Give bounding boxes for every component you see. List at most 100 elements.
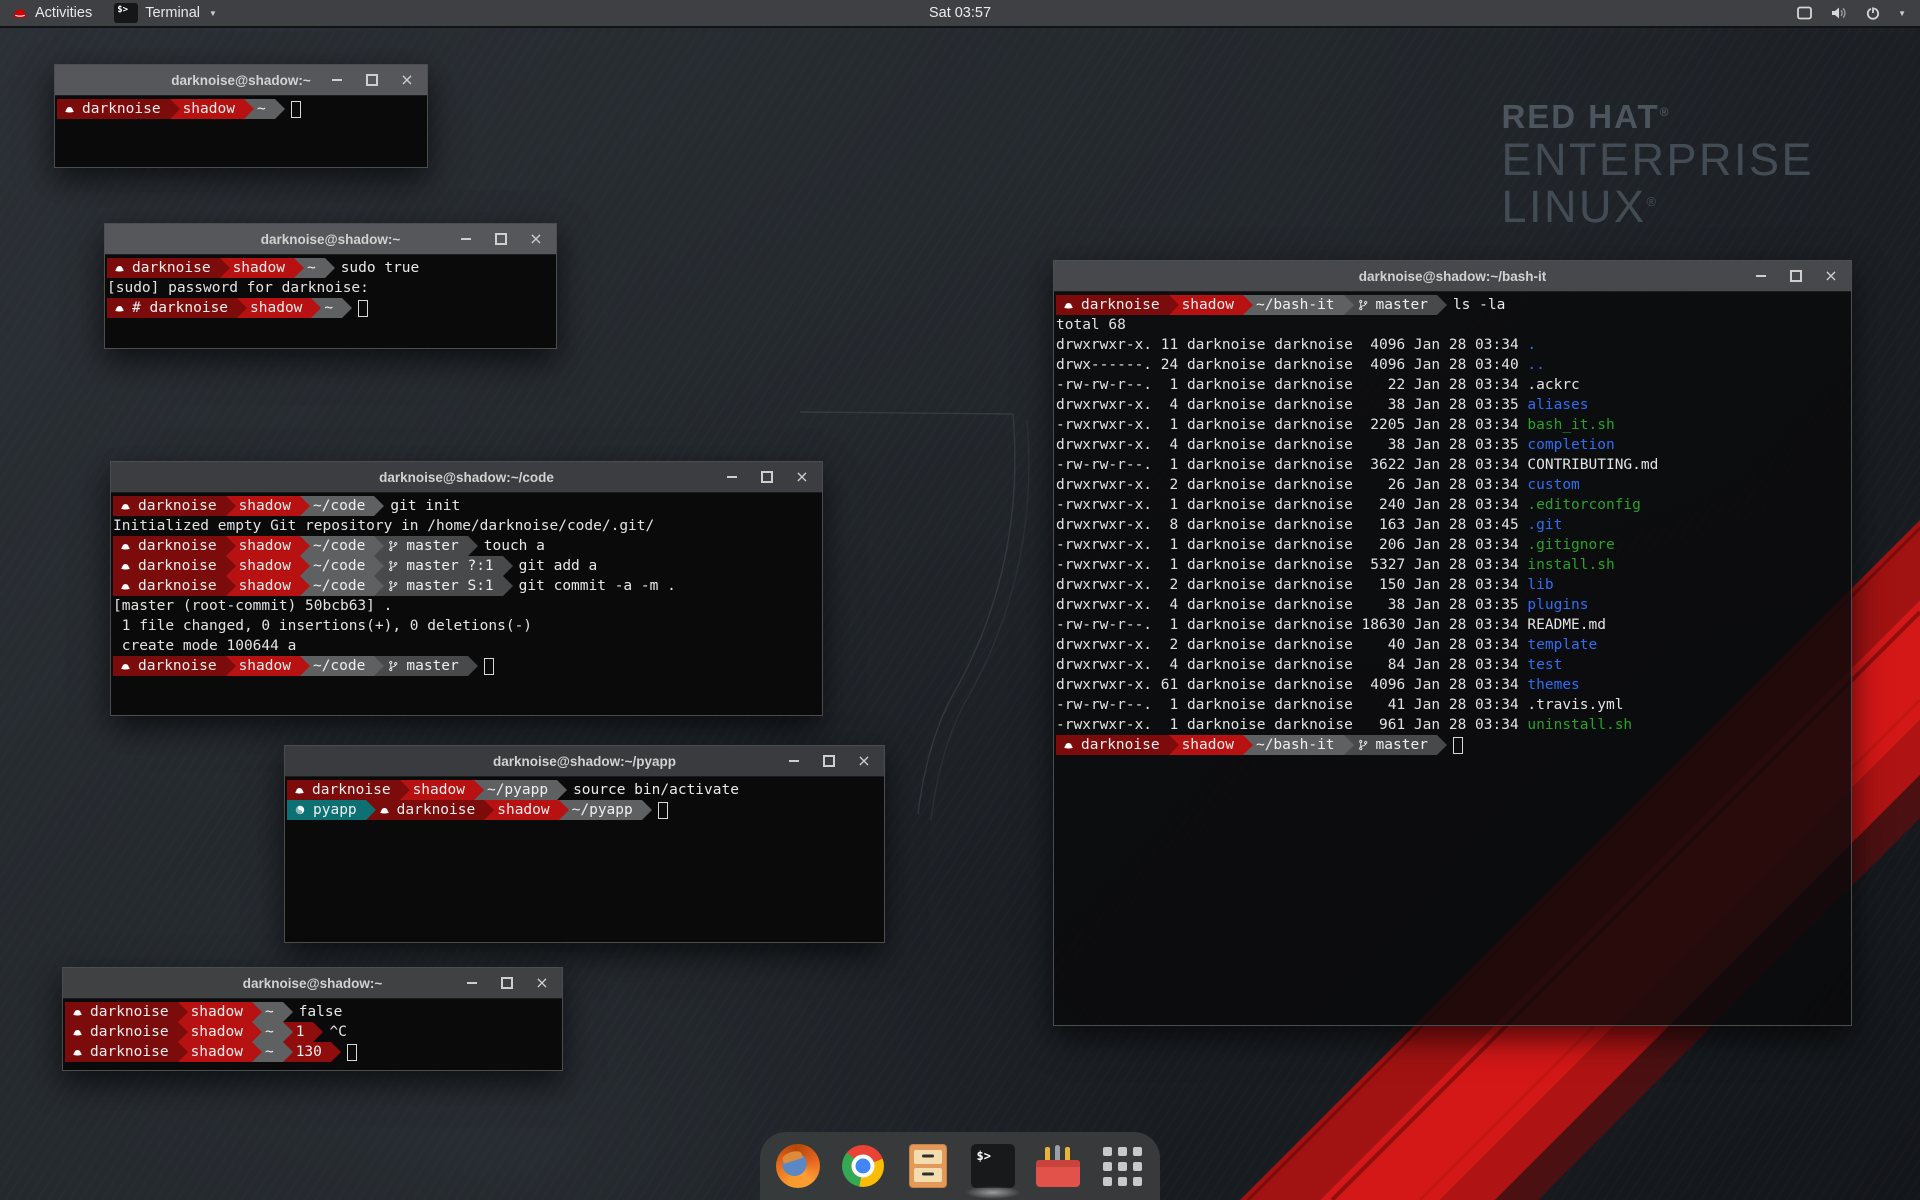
file-name: . [1527, 337, 1536, 353]
git-branch-icon [387, 540, 399, 552]
prompt-segment-user: darknoise [113, 536, 226, 556]
command-text: git commit -a -m . [519, 578, 676, 594]
minimize-button[interactable] [330, 73, 344, 87]
file-name: README.md [1527, 617, 1606, 633]
prompt-line: pyappdarknoiseshadow~/pyapp [287, 800, 884, 820]
file-name: aliases [1527, 397, 1588, 413]
file-name: .ackrc [1527, 377, 1579, 393]
file-row: drwxrwxr-x. 61 darknoise darknoise 4096 … [1056, 675, 1851, 695]
window-controls: × [1754, 269, 1851, 283]
prompt-line: darknoiseshadow~/codemaster ?:1git add a [113, 556, 822, 576]
close-button[interactable]: × [1824, 269, 1838, 283]
prompt-segment-user: darknoise [113, 556, 226, 576]
window-titlebar[interactable]: darknoise@shadow:~/pyapp× [285, 746, 884, 777]
prompt-segment-venv: pyapp [287, 800, 366, 820]
active-app-glow [965, 1186, 1021, 1199]
file-row: drwxrwxr-x. 4 darknoise darknoise 38 Jan… [1056, 435, 1851, 455]
command-text: git init [390, 498, 460, 514]
window-titlebar[interactable]: darknoise@shadow:~/code× [111, 462, 822, 493]
prompt-line: darknoiseshadow~1^C [65, 1022, 562, 1042]
prompt-segment-user: darknoise [1056, 295, 1169, 315]
prompt-segment-path: ~/bash-it [1243, 735, 1344, 755]
redhat-icon [64, 104, 75, 115]
window-titlebar[interactable]: darknoise@shadow:~× [105, 224, 556, 255]
file-name: template [1527, 637, 1597, 653]
prompt-segment-host: shadow [178, 1002, 252, 1022]
clock[interactable]: Sat 03:57 [0, 5, 1920, 21]
terminal-content[interactable]: darknoiseshadow~ [55, 96, 427, 119]
file-row: drwxrwxr-x. 2 darknoise darknoise 26 Jan… [1056, 475, 1851, 495]
window-title: darknoise@shadow:~/bash-it [1054, 269, 1851, 284]
window-controls: × [725, 470, 822, 484]
prompt-segment-git: master [1344, 295, 1437, 315]
file-name: uninstall.sh [1527, 717, 1632, 733]
file-row: -rw-rw-r--. 1 darknoise darknoise 22 Jan… [1056, 375, 1851, 395]
maximize-button[interactable] [365, 73, 379, 87]
desktop: RED HAT® ENTERPRISE LINUX® Activities $>… [0, 0, 1920, 1200]
file-row: -rwxrwxr-x. 1 darknoise darknoise 240 Ja… [1056, 495, 1851, 515]
prompt-segment-path: ~/code [300, 656, 374, 676]
dock-item-chrome[interactable] [840, 1143, 886, 1189]
command-text: ^C [329, 1024, 346, 1040]
redhat-icon [114, 303, 125, 314]
prompt-line: darknoiseshadow~ [57, 99, 427, 119]
minimize-button[interactable] [1754, 269, 1768, 283]
dock-item-app-grid[interactable] [1100, 1143, 1146, 1189]
close-button[interactable]: × [535, 976, 549, 990]
prompt-segment-path: ~/pyapp [474, 780, 557, 800]
minimize-button[interactable] [787, 754, 801, 768]
prompt-segment-host: shadow [226, 496, 300, 516]
dock-item-files[interactable] [905, 1143, 951, 1189]
dock-item-firefox[interactable] [775, 1143, 821, 1189]
minimize-button[interactable] [465, 976, 479, 990]
window-titlebar[interactable]: darknoise@shadow:~× [63, 968, 562, 999]
display-icon[interactable] [1796, 5, 1813, 21]
terminal-window-6: darknoise@shadow:~/bash-it×darknoiseshad… [1053, 260, 1852, 1026]
prompt-segment-user: darknoise [113, 576, 226, 596]
dock: $> [760, 1132, 1160, 1200]
file-row: drwx------. 24 darknoise darknoise 4096 … [1056, 355, 1851, 375]
volume-icon[interactable] [1830, 5, 1848, 21]
close-button[interactable]: × [400, 73, 414, 87]
window-titlebar[interactable]: darknoise@shadow:~/bash-it× [1054, 261, 1851, 292]
command-text: touch a [484, 538, 545, 554]
maximize-button[interactable] [500, 976, 514, 990]
file-row: -rwxrwxr-x. 1 darknoise darknoise 5327 J… [1056, 555, 1851, 575]
terminal-content[interactable]: darknoiseshadow~/pyappsource bin/activat… [285, 777, 884, 820]
terminal-content[interactable]: darknoiseshadow~falsedarknoiseshadow~1^C… [63, 999, 562, 1062]
git-branch-icon [387, 580, 399, 592]
terminal-content[interactable]: darknoiseshadow~/codegit initInitialized… [111, 493, 822, 676]
dock-item-terminal[interactable]: $> [970, 1143, 1016, 1189]
terminal-content[interactable]: darknoiseshadow~sudo true[sudo] password… [105, 255, 556, 318]
minimize-button[interactable] [725, 470, 739, 484]
maximize-button[interactable] [1789, 269, 1803, 283]
terminal-window-1: darknoise@shadow:~× darknoiseshadow~ [54, 64, 428, 168]
output-line: Initialized empty Git repository in /hom… [113, 516, 822, 536]
terminal-content[interactable]: darknoiseshadow~/bash-itmasterls -latota… [1054, 292, 1851, 755]
close-button[interactable]: × [795, 470, 809, 484]
file-row: -rw-rw-r--. 1 darknoise darknoise 41 Jan… [1056, 695, 1851, 715]
close-button[interactable]: × [529, 232, 543, 246]
dock-item-toolbox[interactable] [1035, 1143, 1081, 1189]
redhat-icon [379, 805, 390, 816]
window-title: darknoise@shadow:~/code [111, 470, 822, 485]
file-row: -rwxrwxr-x. 1 darknoise darknoise 206 Ja… [1056, 535, 1851, 555]
close-button[interactable]: × [857, 754, 871, 768]
git-branch-icon [1357, 299, 1369, 311]
toolbox-icon [1035, 1143, 1081, 1189]
maximize-button[interactable] [822, 754, 836, 768]
brand-linux: LINUX® [1501, 183, 1814, 230]
window-titlebar[interactable]: darknoise@shadow:~× [55, 65, 427, 96]
maximize-button[interactable] [494, 232, 508, 246]
minimize-button[interactable] [459, 232, 473, 246]
command-text: git add a [519, 558, 598, 574]
prompt-segment-user: darknoise [65, 1022, 178, 1042]
file-row: drwxrwxr-x. 11 darknoise darknoise 4096 … [1056, 335, 1851, 355]
maximize-button[interactable] [760, 470, 774, 484]
prompt-segment-user: darknoise [1056, 735, 1169, 755]
file-manager-icon [909, 1144, 947, 1188]
terminal-cursor [658, 802, 668, 819]
power-icon[interactable] [1865, 5, 1881, 21]
prompt-segment-host: shadow [226, 576, 300, 596]
chevron-down-icon[interactable]: ▼ [1898, 9, 1906, 18]
